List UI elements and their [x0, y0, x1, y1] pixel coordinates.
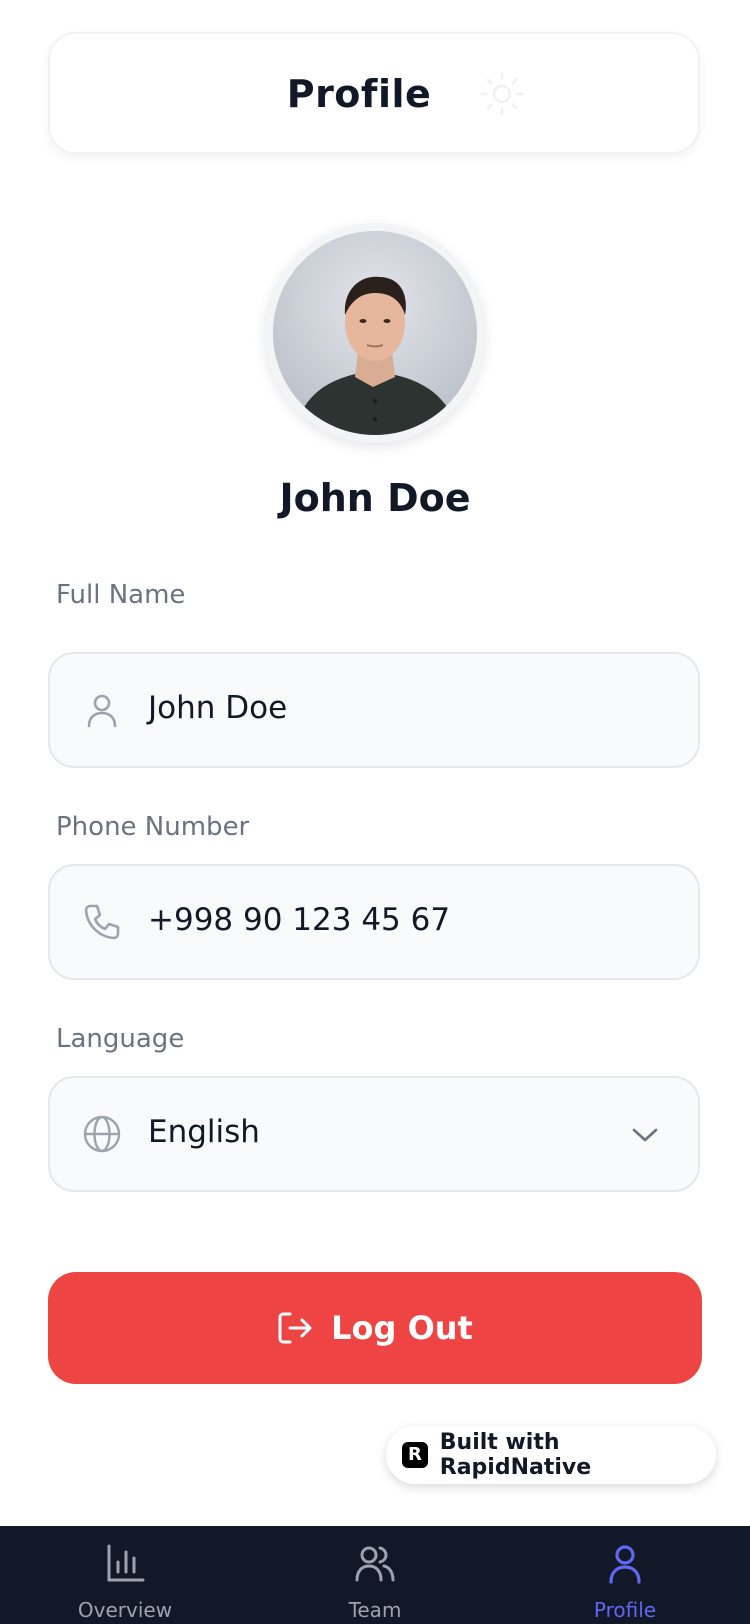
full-name-value: John Doe — [148, 690, 288, 726]
user-icon — [609, 1545, 641, 1584]
user-photo — [273, 231, 477, 435]
tab-overview-label: Overview — [77, 1598, 173, 1622]
badge-text: Built with RapidNative — [439, 1430, 592, 1480]
phone-label: Phone Number — [56, 812, 250, 842]
logout-button[interactable]: Log Out — [48, 1272, 702, 1384]
logout-label: Log Out — [331, 1309, 473, 1347]
sun-icon[interactable] — [478, 70, 526, 118]
tab-profile[interactable]: Profile — [525, 1526, 725, 1624]
language-label: Language — [56, 1024, 185, 1054]
users-icon — [355, 1546, 395, 1582]
full-name-field[interactable]: John Doe — [48, 652, 700, 768]
tab-profile-label: Profile — [593, 1598, 657, 1622]
language-value: English — [148, 1114, 260, 1150]
phone-field[interactable]: +998 90 123 45 67 — [48, 864, 700, 980]
phone-value: +998 90 123 45 67 — [148, 902, 451, 938]
header-card: Profile — [48, 32, 700, 154]
logout-icon — [278, 1312, 312, 1344]
bottom-tab-bar: Overview Team Profile — [0, 1526, 750, 1624]
tab-team[interactable]: Team — [275, 1526, 475, 1624]
tab-team-label: Team — [348, 1598, 402, 1622]
tab-overview[interactable]: Overview — [25, 1526, 225, 1624]
page-title: Profile — [286, 72, 432, 116]
full-name-label: Full Name — [56, 580, 186, 610]
built-with-badge[interactable]: R Built with RapidNative — [386, 1426, 716, 1484]
chevron-down-icon[interactable] — [630, 1120, 660, 1150]
bar-chart-icon — [107, 1544, 145, 1582]
rapidnative-logo-icon: R — [402, 1442, 428, 1468]
language-select[interactable]: English — [48, 1076, 700, 1192]
globe-icon — [83, 1115, 121, 1153]
profile-name: John Doe — [279, 476, 471, 520]
user-icon — [87, 694, 117, 728]
avatar[interactable] — [265, 223, 485, 443]
phone-icon — [84, 904, 120, 940]
